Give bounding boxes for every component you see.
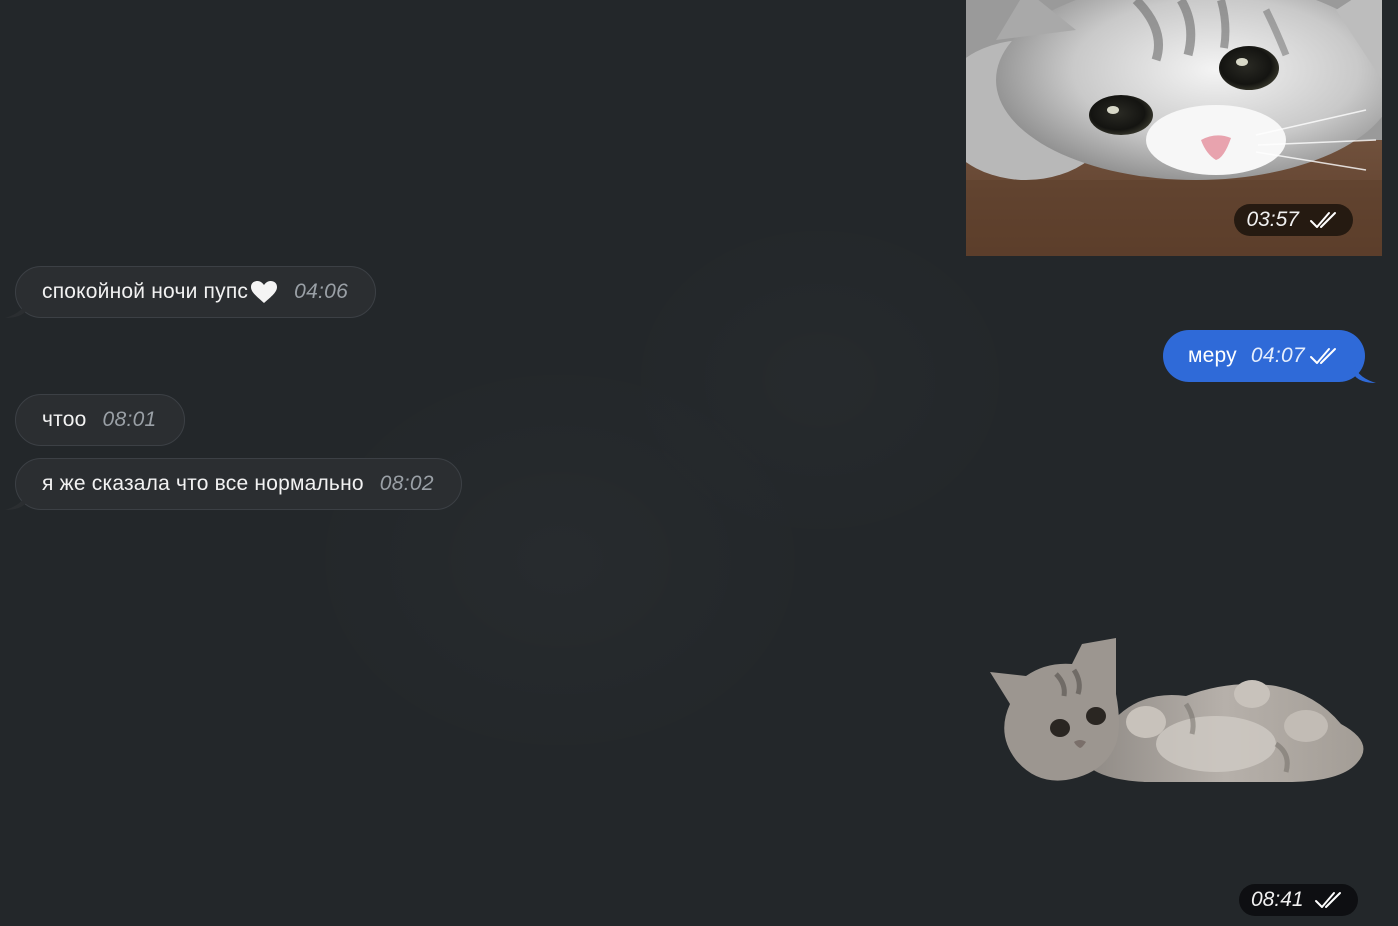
message-text: чтоо <box>42 408 87 431</box>
bubble-tail <box>1353 363 1376 383</box>
message-time: 04:06 <box>294 280 349 303</box>
message-text: спокойной ночи пупс <box>42 280 249 303</box>
outgoing-message[interactable]: меру 04:07 <box>1163 330 1376 383</box>
incoming-message[interactable]: я же сказала что все нормально 08:02 <box>5 458 462 510</box>
photo-time: 03:57 <box>1246 208 1299 231</box>
sticker-timestamp: 08:41 <box>1239 884 1358 916</box>
sticker-time: 08:41 <box>1251 888 1304 911</box>
white-heart-icon <box>251 281 278 303</box>
photo-timestamp: 03:57 <box>1234 204 1353 236</box>
message-time: 08:01 <box>102 408 157 431</box>
message-text: меру <box>1188 344 1237 367</box>
photo-message[interactable]: 03:57 <box>966 0 1382 256</box>
message-time: 08:02 <box>379 472 434 495</box>
incoming-message[interactable]: спокойной ночи пупс 04:06 <box>5 266 377 318</box>
incoming-message[interactable]: чтоо 08:01 <box>15 394 185 446</box>
double-check-icon <box>1309 348 1336 364</box>
bubble-tail <box>5 490 27 510</box>
double-check-icon <box>1314 892 1341 908</box>
bubble-tail <box>5 298 27 318</box>
message-text: я же сказала что все нормально <box>42 472 364 495</box>
chat-history: 03:57 спокойной ночи пупс 04:06 меру 04:… <box>0 0 1398 926</box>
message-time: 04:07 <box>1250 344 1305 367</box>
kitten-sticker[interactable] <box>986 634 1378 794</box>
double-check-icon <box>1310 212 1336 228</box>
